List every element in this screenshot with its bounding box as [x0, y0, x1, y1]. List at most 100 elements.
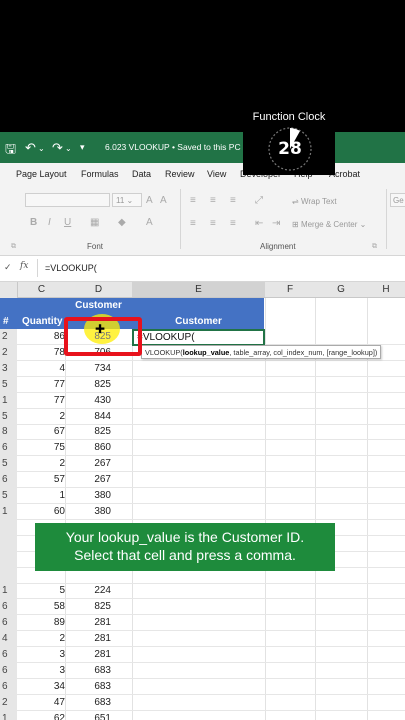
align-left-icon[interactable]: ≡ — [190, 218, 196, 229]
row-number[interactable]: 6 — [0, 615, 17, 632]
row-number[interactable]: 6 — [0, 662, 17, 679]
tab-data[interactable]: Data — [132, 169, 151, 179]
customer-id-cell[interactable]: 267 — [69, 458, 111, 469]
tab-view[interactable]: View — [207, 169, 226, 179]
table-row[interactable]: 6 75 860 — [0, 440, 405, 457]
row-number[interactable]: 6 — [0, 440, 17, 457]
row-number[interactable]: 3 — [0, 360, 17, 377]
align-right-icon[interactable]: ≡ — [230, 218, 236, 229]
alignment-dialog-launcher-icon[interactable]: ⧉ — [372, 243, 377, 251]
customer-id-cell[interactable]: 224 — [69, 585, 111, 596]
row-number[interactable]: 5 — [0, 376, 17, 393]
decrease-indent-icon[interactable]: ⇤ — [255, 218, 263, 229]
table-row[interactable]: 6 58 825 — [0, 599, 405, 616]
quantity-cell[interactable]: 3 — [18, 649, 65, 660]
quantity-cell[interactable]: 77 — [18, 379, 65, 390]
quantity-cell[interactable]: 2 — [18, 633, 65, 644]
borders-icon[interactable]: ▦ — [90, 217, 99, 228]
table-row[interactable]: 6 89 281 — [0, 615, 405, 632]
customer-id-cell[interactable]: 281 — [69, 633, 111, 644]
table-row[interactable]: 4 2 281 — [0, 631, 405, 648]
table-row[interactable]: 5 2 844 — [0, 408, 405, 425]
wrap-text-button[interactable]: ⇌ Wrap Text — [292, 197, 337, 206]
customer-id-cell[interactable]: 734 — [69, 363, 111, 374]
table-row[interactable]: 5 77 825 — [0, 376, 405, 393]
customer-id-cell[interactable]: 825 — [69, 601, 111, 612]
font-color-icon[interactable]: A — [146, 217, 153, 228]
save-icon[interactable]: 🖫 — [5, 140, 16, 162]
customer-id-cell[interactable]: 281 — [69, 649, 111, 660]
quantity-cell[interactable]: 77 — [18, 395, 65, 406]
align-bottom-icon[interactable]: ≡ — [230, 195, 236, 206]
row-number[interactable]: 1 — [0, 392, 17, 409]
file-title[interactable]: 6.023 VLOOKUP • Saved to this PC ⌄ — [105, 142, 250, 153]
row-number[interactable] — [0, 551, 17, 568]
worksheet-grid[interactable]: Customer # Quantity Customer 2 86 825 2 78 70… — [0, 298, 405, 720]
redo-dropdown-icon[interactable]: ⌄ — [65, 144, 72, 153]
quantity-cell[interactable]: 3 — [18, 665, 65, 676]
customer-id-cell[interactable]: 430 — [69, 395, 111, 406]
quantity-cell[interactable]: 89 — [18, 617, 65, 628]
customer-id-cell[interactable]: 281 — [69, 617, 111, 628]
row-number[interactable] — [0, 567, 17, 584]
row-number[interactable]: 8 — [0, 424, 17, 441]
row-number[interactable] — [0, 519, 17, 536]
table-row[interactable]: 6 57 267 — [0, 472, 405, 489]
table-row[interactable]: 2 47 683 — [0, 694, 405, 711]
quantity-cell[interactable]: 58 — [18, 601, 65, 612]
table-row[interactable]: 1 77 430 — [0, 392, 405, 409]
row-number[interactable]: 6 — [0, 678, 17, 695]
customer-id-cell[interactable]: 380 — [69, 506, 111, 517]
customer-id-cell[interactable]: 651 — [69, 713, 111, 720]
quantity-cell[interactable]: 78 — [18, 347, 65, 358]
row-number[interactable]: 4 — [0, 631, 17, 648]
font-dialog-launcher-icon[interactable]: ⧉ — [11, 243, 16, 251]
table-row[interactable]: 1 5 224 — [0, 583, 405, 600]
column-header-c[interactable]: C — [18, 284, 65, 295]
customer-id-cell[interactable]: 683 — [69, 665, 111, 676]
bold-icon[interactable]: B — [30, 217, 37, 228]
quantity-cell[interactable]: 75 — [18, 442, 65, 453]
align-center-icon[interactable]: ≡ — [210, 218, 216, 229]
customer-id-cell[interactable]: 683 — [69, 697, 111, 708]
font-name-box[interactable] — [25, 193, 110, 207]
redo-icon[interactable]: ↷ — [52, 140, 63, 156]
quantity-cell[interactable]: 62 — [18, 713, 65, 720]
shrink-font-icon[interactable]: A — [160, 195, 167, 206]
undo-dropdown-icon[interactable]: ⌄ — [38, 144, 45, 153]
customize-toolbar-icon[interactable]: ▾ — [80, 142, 85, 153]
quantity-cell[interactable]: 5 — [18, 585, 65, 596]
orientation-icon[interactable]: ⤢ — [255, 195, 263, 206]
quantity-cell[interactable]: 60 — [18, 506, 65, 517]
merge-center-button[interactable]: ⊞ Merge & Center ⌄ — [292, 220, 366, 229]
quantity-cell[interactable]: 2 — [18, 458, 65, 469]
row-number[interactable]: 5 — [0, 488, 17, 504]
active-cell-e2[interactable]: =VLOOKUP( — [132, 329, 265, 346]
fill-color-icon[interactable]: ◆ — [118, 217, 126, 228]
tab-formulas[interactable]: Formulas — [81, 169, 119, 179]
cancel-icon[interactable]: ✓ — [4, 262, 12, 273]
quantity-cell[interactable]: 47 — [18, 697, 65, 708]
quantity-cell[interactable]: 67 — [18, 426, 65, 437]
row-number[interactable]: 6 — [0, 599, 17, 616]
align-middle-icon[interactable]: ≡ — [210, 195, 216, 206]
quantity-cell[interactable]: 86 — [18, 331, 65, 342]
column-header-d[interactable]: D — [65, 284, 132, 295]
increase-indent-icon[interactable]: ⇥ — [272, 218, 280, 229]
formula-input[interactable]: =VLOOKUP( — [45, 263, 97, 273]
row-number[interactable]: 5 — [0, 456, 17, 473]
row-number[interactable]: 2 — [0, 344, 17, 361]
table-row[interactable]: 6 3 683 — [0, 662, 405, 679]
grow-font-icon[interactable]: A — [146, 195, 153, 206]
undo-icon[interactable]: ↶ — [25, 140, 36, 156]
row-number[interactable]: 1 — [0, 583, 17, 600]
customer-id-cell[interactable]: 825 — [69, 379, 111, 390]
table-row[interactable]: 6 34 683 — [0, 678, 405, 695]
row-number[interactable]: 1 — [0, 710, 17, 720]
row-number[interactable] — [0, 535, 17, 552]
customer-id-cell[interactable]: 683 — [69, 681, 111, 692]
column-header-e[interactable]: E — [132, 282, 265, 297]
column-header-h[interactable]: H — [367, 284, 405, 295]
table-row[interactable]: 1 62 651 — [0, 710, 405, 720]
quantity-cell[interactable]: 4 — [18, 363, 65, 374]
